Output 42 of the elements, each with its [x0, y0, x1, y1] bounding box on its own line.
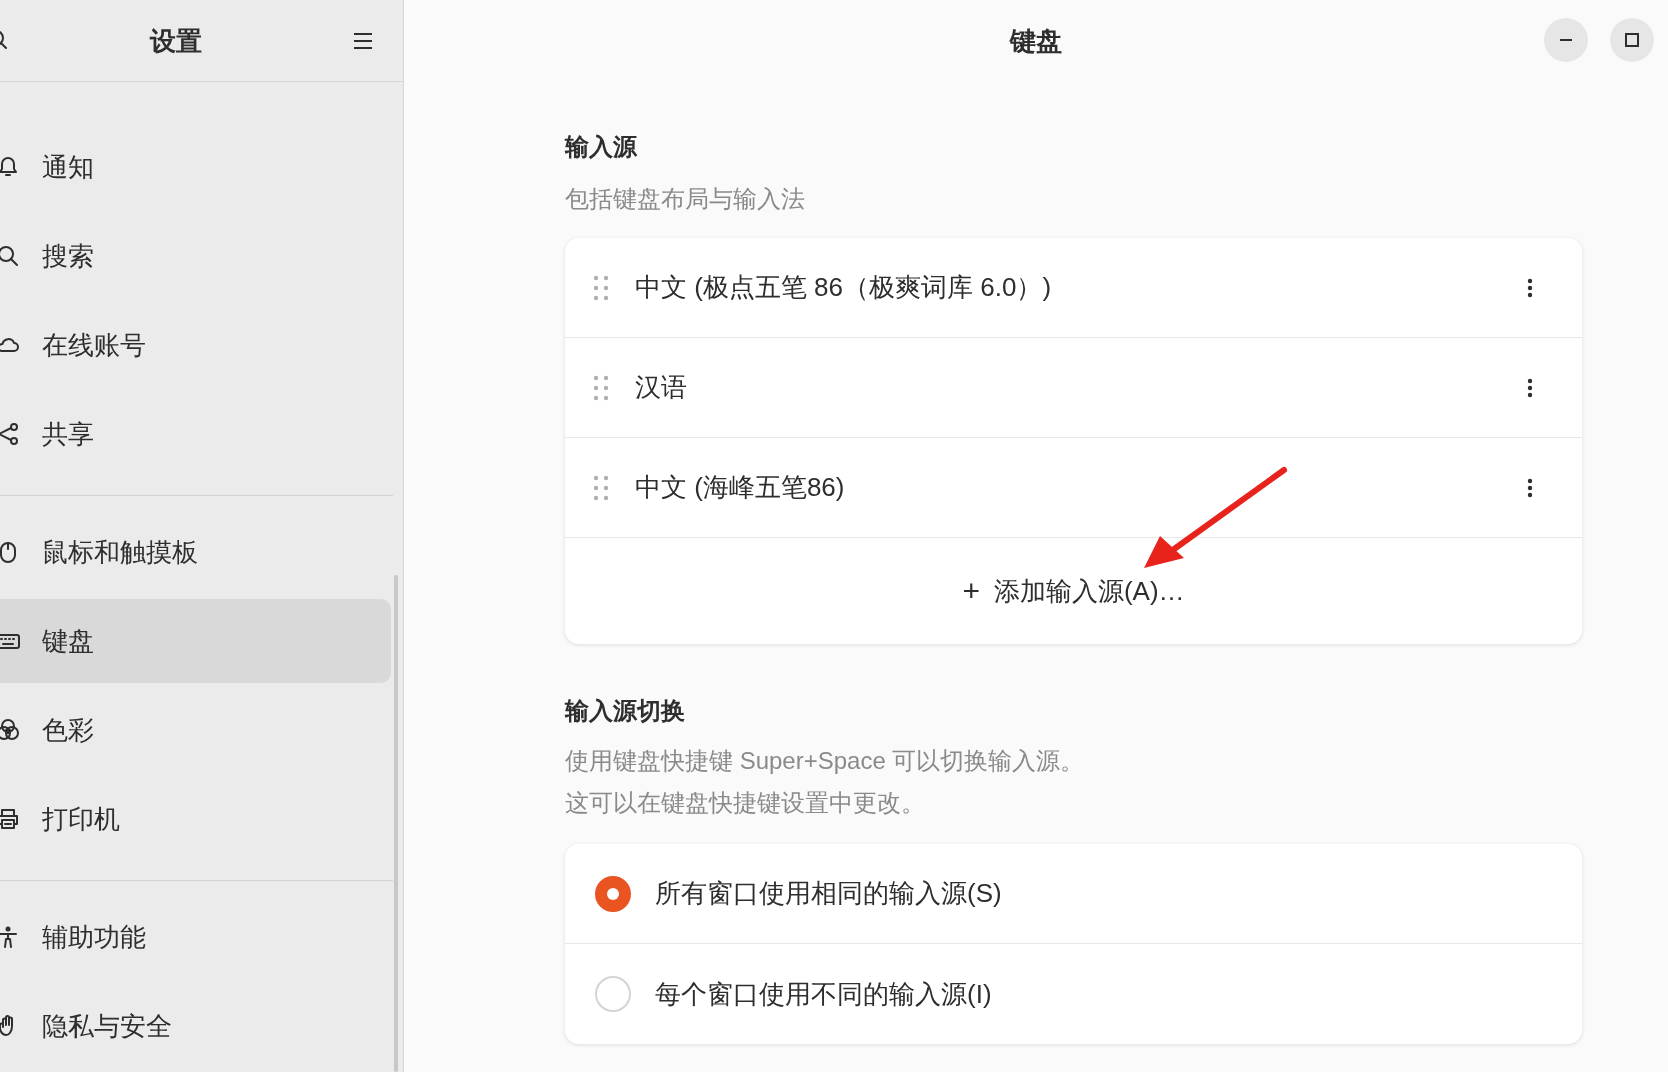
section-heading: 输入源切换 [565, 696, 685, 726]
radio-button[interactable] [595, 976, 631, 1012]
sidebar-item[interactable]: 鼠标和触摸板 [0, 510, 391, 594]
more-icon [1527, 377, 1533, 398]
sidebar-item[interactable]: 辅助功能 [0, 895, 391, 979]
window-title: 键盘 [1010, 24, 1062, 58]
radio-label: 每个窗口使用不同的输入源(I) [655, 977, 992, 1011]
drag-handle-icon[interactable] [593, 474, 609, 501]
sidebar-item[interactable]: 通知 [0, 125, 391, 209]
sidebar-item[interactable]: 打印机 [0, 777, 391, 861]
circles-icon [0, 718, 20, 742]
search-icon [0, 244, 20, 268]
person-icon [0, 925, 20, 949]
menu-icon [353, 32, 373, 50]
more-icon [1527, 277, 1533, 298]
scrollbar[interactable] [394, 575, 398, 1072]
sidebar-item[interactable]: 色彩 [0, 688, 391, 772]
drag-handle-icon[interactable] [593, 374, 609, 401]
sidebar-title: 设置 [150, 25, 202, 58]
sidebar-item[interactable]: 搜索 [0, 214, 391, 298]
printer-icon [0, 807, 20, 831]
input-source-name: 中文 (极点五笔 86（极爽词库 6.0）) [635, 271, 1053, 304]
more-icon [1527, 477, 1533, 498]
bell-icon [0, 155, 20, 179]
maximize-icon [1624, 32, 1640, 48]
minimize-icon [1559, 38, 1573, 42]
add-input-source-button[interactable]: + 添加输入源(A)… [954, 567, 1193, 615]
maximize-button[interactable] [1610, 18, 1654, 62]
radio-label: 所有窗口使用相同的输入源(S) [655, 877, 1002, 910]
sidebar-item[interactable]: 隐私与安全 [0, 984, 391, 1068]
drag-handle-icon[interactable] [593, 274, 609, 301]
section-description: 使用键盘快捷键 Super+Space 可以切换输入源。 [565, 746, 1085, 776]
sidebar-item[interactable]: 共享 [0, 392, 391, 476]
sidebar-item[interactable]: 在线账号 [0, 303, 391, 387]
share-icon [0, 422, 20, 446]
input-source-name: 中文 (海峰五笔86) [635, 471, 846, 504]
input-source-name: 汉语 [635, 371, 688, 404]
section-heading: 输入源 [565, 132, 637, 162]
section-description: 这可以在键盘快捷键设置中更改。 [565, 788, 925, 818]
radio-button[interactable] [595, 875, 631, 912]
sidebar-item[interactable]: 键盘 [0, 599, 391, 683]
section-description: 包括键盘布局与输入法 [565, 184, 805, 214]
